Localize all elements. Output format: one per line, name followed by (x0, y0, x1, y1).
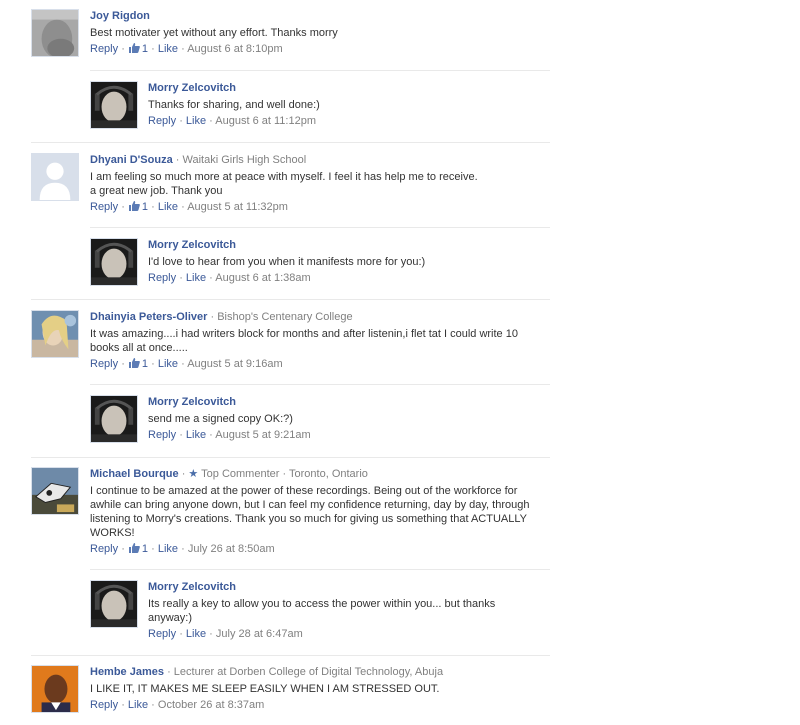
thumbs-up-icon[interactable] (128, 357, 140, 368)
comment-dhyani-dsouza: Dhyani D'Souza · Waitaki Girls High Scho… (31, 153, 551, 223)
comment-text: Best motivater yet without any effort. T… (90, 27, 338, 39)
divider (90, 70, 550, 71)
author-name[interactable]: Morry Zelcovitch (148, 581, 236, 593)
timestamp[interactable]: July 28 at 6:47am (216, 628, 303, 640)
avatar-morry-zelcovitch[interactable] (90, 238, 138, 286)
avatar-morry-zelcovitch[interactable] (90, 580, 138, 628)
comment-joy-rigdon: Joy Rigdon Best motivater yet without an… (31, 9, 551, 65)
like-link[interactable]: Like (186, 429, 206, 441)
like-link[interactable]: Like (186, 115, 206, 127)
author-affiliation[interactable]: Lecturer at Dorben College of Digital Te… (174, 666, 443, 678)
thumbs-up-icon[interactable] (128, 42, 140, 53)
star-icon: ★ (188, 468, 199, 480)
comment-michael-bourque: Michael Bourque · ★ Top Commenter · Toro… (31, 467, 551, 562)
timestamp[interactable]: August 5 at 9:21am (215, 429, 310, 441)
like-link[interactable]: Like (128, 699, 148, 711)
like-count[interactable]: 1 (142, 201, 148, 213)
like-link[interactable]: Like (186, 272, 206, 284)
divider (90, 569, 550, 570)
divider (31, 655, 550, 656)
author-location[interactable]: Toronto, Ontario (289, 468, 368, 480)
reply-link[interactable]: Reply (90, 43, 118, 55)
reply-link[interactable]: Reply (90, 543, 118, 555)
author-name[interactable]: Joy Rigdon (90, 10, 150, 22)
timestamp[interactable]: July 26 at 8:50am (188, 543, 275, 555)
author-name[interactable]: Hembe James (90, 666, 164, 678)
timestamp[interactable]: August 6 at 11:12pm (215, 115, 316, 127)
timestamp[interactable]: August 6 at 8:10pm (187, 43, 282, 55)
timestamp[interactable]: August 5 at 9:16am (187, 358, 282, 370)
divider (31, 299, 550, 300)
avatar-joy-rigdon[interactable] (31, 9, 79, 57)
comment-actions: Reply · Like · July 28 at 6:47am (148, 628, 303, 640)
reply-morry-zelcovitch: Morry Zelcovitch Thanks for sharing, and… (90, 81, 550, 131)
reply-morry-zelcovitch: Morry Zelcovitch send me a signed copy O… (90, 395, 550, 445)
comment-dhainyia-peters-oliver: Dhainyia Peters-Oliver · Bishop's Centen… (31, 310, 551, 380)
like-count[interactable]: 1 (142, 358, 148, 370)
like-link[interactable]: Like (158, 543, 178, 555)
author-name[interactable]: Morry Zelcovitch (148, 82, 236, 94)
like-link[interactable]: Like (186, 628, 206, 640)
avatar-morry-zelcovitch[interactable] (90, 81, 138, 129)
timestamp[interactable]: October 26 at 8:37am (158, 699, 264, 711)
timestamp[interactable]: August 6 at 1:38am (215, 272, 310, 284)
comment-text: I LIKE IT, IT MAKES ME SLEEP EASILY WHEN… (90, 683, 440, 695)
avatar-hembe-james[interactable] (31, 665, 79, 713)
reply-link[interactable]: Reply (148, 429, 176, 441)
divider (31, 457, 550, 458)
author-name[interactable]: Michael Bourque (90, 468, 179, 480)
like-link[interactable]: Like (158, 201, 178, 213)
like-count[interactable]: 1 (142, 543, 148, 555)
author-name[interactable]: Morry Zelcovitch (148, 396, 236, 408)
reply-link[interactable]: Reply (148, 628, 176, 640)
reply-link[interactable]: Reply (90, 699, 118, 711)
comment-text: I continue to be amazed at the power of … (90, 485, 530, 539)
reply-link[interactable]: Reply (90, 201, 118, 213)
comment-text: Its really a key to allow you to access … (148, 598, 496, 624)
like-link[interactable]: Like (158, 358, 178, 370)
comment-actions: Reply · 1 · Like · July 26 at 8:50am (90, 542, 275, 555)
thumbs-up-icon[interactable] (128, 200, 140, 211)
like-link[interactable]: Like (158, 43, 178, 55)
default-avatar-icon (32, 154, 78, 200)
comment-actions: Reply · Like · August 5 at 9:21am (148, 429, 311, 441)
top-commenter-badge: Top Commenter (201, 468, 280, 480)
avatar-dhainyia-peters-oliver[interactable] (31, 310, 79, 358)
reply-link[interactable]: Reply (90, 358, 118, 370)
timestamp[interactable]: August 5 at 11:32pm (187, 201, 288, 213)
reply-link[interactable]: Reply (148, 115, 176, 127)
comment-hembe-james: Hembe James · Lecturer at Dorben College… (31, 665, 551, 723)
comment-actions: Reply · Like · August 6 at 11:12pm (148, 115, 316, 127)
comment-actions: Reply · 1 · Like · August 6 at 8:10pm (90, 42, 283, 55)
avatar-michael-bourque[interactable] (31, 467, 79, 515)
comment-text: I'd love to hear from you when it manife… (148, 256, 426, 268)
comment-actions: Reply · Like · August 6 at 1:38am (148, 272, 311, 284)
divider (90, 384, 550, 385)
reply-morry-zelcovitch: Morry Zelcovitch I'd love to hear from y… (90, 238, 550, 288)
comment-text: Thanks for sharing, and well done:) (148, 99, 320, 111)
thumbs-up-icon[interactable] (128, 542, 140, 553)
comment-text: I am feeling so much more at peace with … (90, 171, 478, 197)
author-name[interactable]: Dhainyia Peters-Oliver (90, 311, 207, 323)
author-name[interactable]: Dhyani D'Souza (90, 154, 173, 166)
avatar-morry-zelcovitch[interactable] (90, 395, 138, 443)
comment-actions: Reply · 1 · Like · August 5 at 11:32pm (90, 200, 288, 213)
like-count[interactable]: 1 (142, 43, 148, 55)
avatar-dhyani-dsouza[interactable] (31, 153, 79, 201)
divider (90, 227, 550, 228)
author-name[interactable]: Morry Zelcovitch (148, 239, 236, 251)
reply-morry-zelcovitch: Morry Zelcovitch Its really a key to all… (90, 580, 550, 645)
comment-text: send me a signed copy OK:?) (148, 413, 293, 425)
comment-actions: Reply · Like · October 26 at 8:37am (90, 699, 265, 711)
author-affiliation[interactable]: Waitaki Girls High School (182, 154, 306, 166)
comment-text: It was amazing....i had writers block fo… (90, 328, 518, 354)
reply-link[interactable]: Reply (148, 272, 176, 284)
author-affiliation[interactable]: Bishop's Centenary College (217, 311, 352, 323)
comment-actions: Reply · 1 · Like · August 5 at 9:16am (90, 357, 283, 370)
divider (31, 142, 550, 143)
